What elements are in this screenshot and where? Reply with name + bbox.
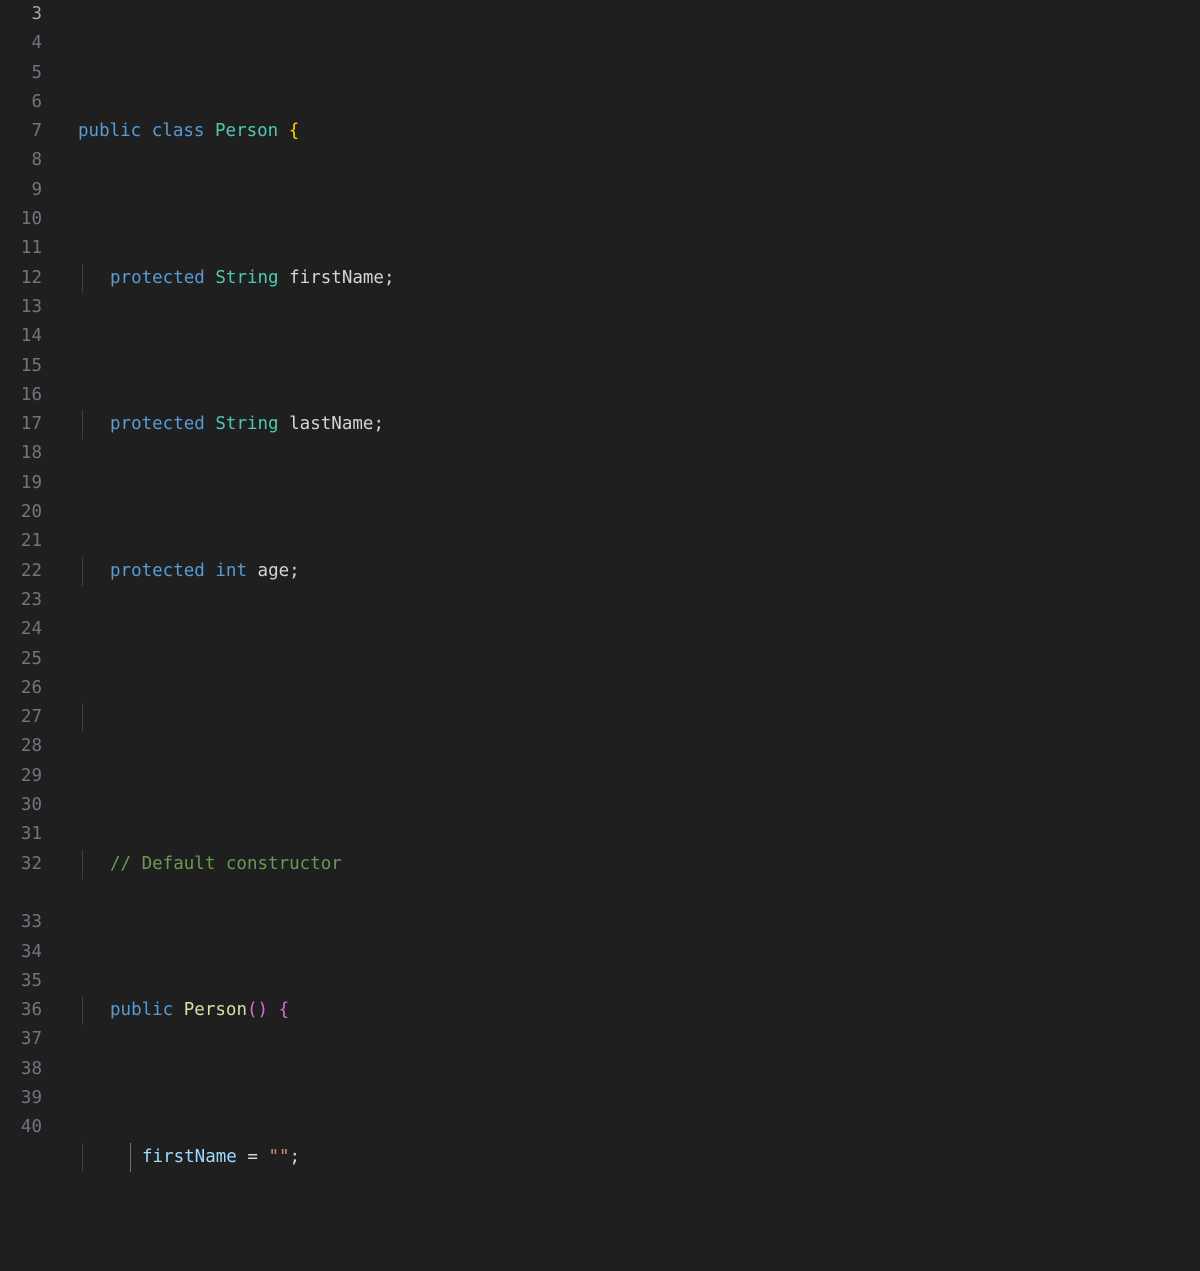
line-number[interactable]: 33 bbox=[0, 908, 62, 937]
line-number[interactable]: 17 bbox=[0, 410, 62, 439]
keyword-protected: protected bbox=[110, 560, 205, 581]
code-line-5[interactable]: protected String lastName; bbox=[62, 410, 1200, 440]
line-number[interactable]: 35 bbox=[0, 967, 62, 996]
assign-operator: = bbox=[247, 1146, 258, 1167]
open-brace: { bbox=[278, 1000, 290, 1021]
line-number[interactable]: 7 bbox=[0, 117, 62, 146]
line-number[interactable]: 30 bbox=[0, 791, 62, 820]
line-number[interactable]: 9 bbox=[0, 176, 62, 205]
line-number[interactable]: 32 bbox=[0, 850, 62, 879]
semicolon: ; bbox=[383, 267, 395, 288]
semicolon: ; bbox=[289, 560, 300, 581]
indent-guide bbox=[82, 263, 83, 293]
keyword-protected: protected bbox=[110, 414, 205, 435]
class-name-person: Person bbox=[215, 121, 279, 142]
code-line-7[interactable] bbox=[62, 703, 1200, 733]
line-number[interactable]: 18 bbox=[0, 439, 62, 468]
indent-guide-active bbox=[130, 1142, 131, 1172]
code-line-6[interactable]: protected int age; bbox=[62, 556, 1200, 586]
line-number[interactable]: 19 bbox=[0, 469, 62, 498]
keyword-public: public bbox=[110, 1000, 174, 1021]
code-line-8[interactable]: // Default constructor bbox=[62, 849, 1200, 879]
code-content[interactable]: public class Person { protected String f… bbox=[62, 0, 1200, 1271]
line-number-gutter: 3 4 5 6 7 8 9 10 11 12 13 14 15 16 17 18… bbox=[0, 0, 62, 1271]
line-number[interactable]: 21 bbox=[0, 527, 62, 556]
line-number[interactable]: 25 bbox=[0, 645, 62, 674]
line-number[interactable]: 27 bbox=[0, 703, 62, 732]
field-lastname: lastName bbox=[289, 414, 374, 435]
close-paren: ) bbox=[257, 1000, 269, 1021]
semicolon: ; bbox=[373, 414, 384, 435]
line-number[interactable]: 12 bbox=[0, 264, 62, 293]
line-number[interactable]: 29 bbox=[0, 762, 62, 791]
line-number[interactable]: 34 bbox=[0, 938, 62, 967]
indent-guide bbox=[82, 996, 83, 1026]
indent-guide bbox=[82, 849, 83, 879]
line-number[interactable]: 3 bbox=[0, 0, 62, 29]
open-paren: ( bbox=[246, 1000, 258, 1021]
indent-guide bbox=[82, 1142, 83, 1172]
code-line-4[interactable]: protected String firstName; bbox=[62, 263, 1200, 293]
line-number[interactable]: 40 bbox=[0, 1113, 62, 1142]
indent-guide bbox=[82, 410, 83, 440]
type-string: String bbox=[215, 414, 279, 435]
line-number[interactable]: 24 bbox=[0, 615, 62, 644]
code-editor[interactable]: 3 4 5 6 7 8 9 10 11 12 13 14 15 16 17 18… bbox=[0, 0, 1200, 1271]
indent-guide bbox=[82, 556, 83, 586]
keyword-class: class bbox=[151, 121, 205, 142]
line-number[interactable]: 8 bbox=[0, 146, 62, 175]
line-number[interactable]: 37 bbox=[0, 1025, 62, 1054]
line-number[interactable]: 6 bbox=[0, 88, 62, 117]
line-number[interactable]: 4 bbox=[0, 29, 62, 58]
line-number[interactable]: 36 bbox=[0, 996, 62, 1025]
comment-default-constructor: // Default constructor bbox=[110, 853, 342, 874]
field-age: age bbox=[257, 560, 290, 581]
string-literal: "" bbox=[268, 1146, 290, 1167]
code-line-10[interactable]: firstName = ""; bbox=[62, 1142, 1200, 1172]
line-number[interactable]: 31 bbox=[0, 820, 62, 849]
code-line-3[interactable]: public class Person { bbox=[62, 117, 1200, 146]
line-number[interactable]: 16 bbox=[0, 381, 62, 410]
line-number[interactable]: 22 bbox=[0, 557, 62, 586]
keyword-protected: protected bbox=[110, 267, 205, 288]
type-int: int bbox=[215, 560, 247, 581]
line-number[interactable]: 20 bbox=[0, 498, 62, 527]
line-number[interactable]: 39 bbox=[0, 1084, 62, 1113]
type-string: String bbox=[215, 267, 279, 288]
code-line-9[interactable]: public Person() { bbox=[62, 996, 1200, 1026]
semicolon: ; bbox=[289, 1146, 301, 1167]
field-ref-firstname: firstName bbox=[142, 1146, 237, 1167]
line-number[interactable]: 10 bbox=[0, 205, 62, 234]
line-number[interactable]: 15 bbox=[0, 352, 62, 381]
field-firstname: firstName bbox=[289, 267, 384, 288]
open-brace: { bbox=[288, 121, 300, 142]
line-number[interactable]: 23 bbox=[0, 586, 62, 615]
line-number[interactable]: 26 bbox=[0, 674, 62, 703]
constructor-name-person: Person bbox=[183, 1000, 247, 1021]
line-number[interactable]: 11 bbox=[0, 234, 62, 263]
line-number[interactable]: 28 bbox=[0, 732, 62, 761]
indent-guide bbox=[82, 703, 83, 733]
line-number[interactable]: 38 bbox=[0, 1055, 62, 1084]
keyword-public: public bbox=[78, 121, 142, 142]
line-number[interactable]: 13 bbox=[0, 293, 62, 322]
codelens-gutter-spacer bbox=[0, 879, 62, 908]
line-number[interactable]: 14 bbox=[0, 322, 62, 351]
line-number[interactable]: 5 bbox=[0, 59, 62, 88]
